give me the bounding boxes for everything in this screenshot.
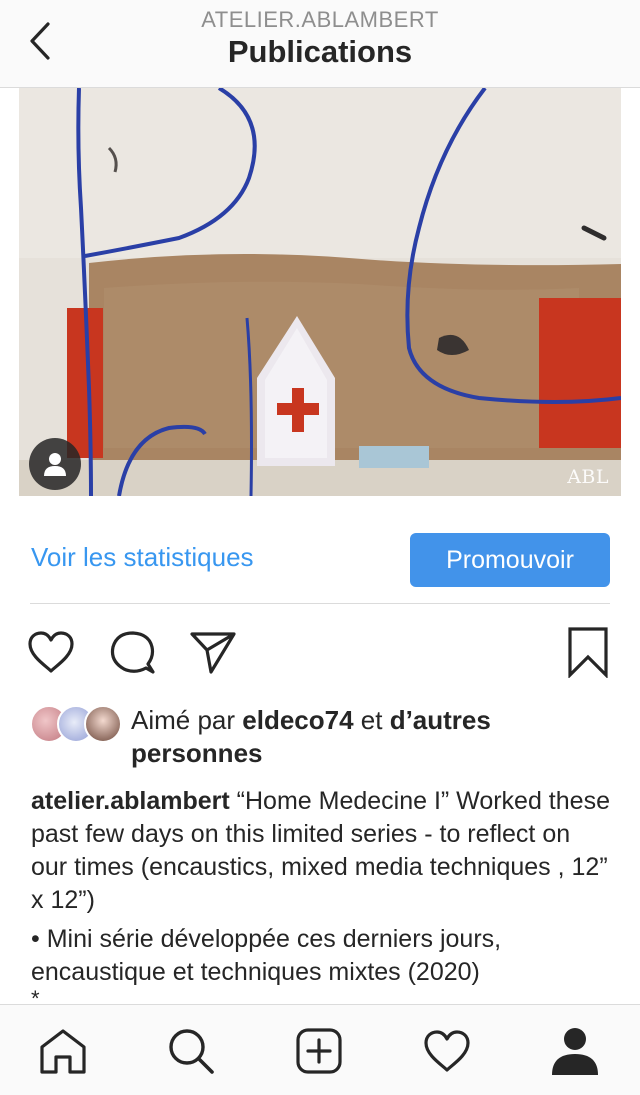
plus-square-icon bbox=[296, 1028, 342, 1074]
post-caption: atelier.ablambert “Home Medecine I” Work… bbox=[31, 785, 611, 989]
like-button[interactable] bbox=[24, 626, 78, 678]
tab-profile[interactable] bbox=[547, 1023, 603, 1079]
likes-summary[interactable]: Aimé par eldeco74 et d’autres personnes bbox=[131, 704, 601, 770]
share-button[interactable] bbox=[186, 626, 238, 678]
likes-middle: et bbox=[353, 705, 390, 735]
top-nav-bar: ATELIER.ABLAMBERT Publications bbox=[0, 0, 640, 88]
bookmark-icon bbox=[568, 627, 608, 678]
avatar bbox=[84, 705, 122, 743]
liker-username[interactable]: eldeco74 bbox=[242, 705, 353, 735]
caption-username[interactable]: atelier.ablambert bbox=[31, 787, 230, 815]
artwork-image bbox=[19, 88, 621, 496]
artist-signature: ABL bbox=[567, 466, 609, 488]
tab-activity[interactable] bbox=[419, 1023, 475, 1079]
tab-search[interactable] bbox=[163, 1023, 219, 1079]
person-icon bbox=[44, 453, 66, 476]
heart-icon bbox=[28, 631, 74, 673]
divider bbox=[30, 603, 610, 604]
search-icon bbox=[169, 1029, 214, 1074]
profile-icon bbox=[552, 1028, 598, 1075]
home-icon bbox=[40, 1029, 86, 1074]
liker-avatars[interactable] bbox=[30, 705, 122, 745]
promote-button[interactable]: Promouvoir bbox=[410, 533, 610, 587]
bottom-tab-bar bbox=[0, 1004, 640, 1095]
paper-plane-icon bbox=[190, 632, 236, 674]
comment-icon bbox=[110, 631, 155, 674]
tab-home[interactable] bbox=[35, 1023, 91, 1079]
post-image[interactable]: ABL bbox=[19, 88, 621, 496]
heart-icon bbox=[424, 1030, 470, 1072]
tab-new-post[interactable] bbox=[291, 1023, 347, 1079]
account-name: ATELIER.ABLAMBERT bbox=[201, 7, 439, 32]
page-title: Publications bbox=[227, 34, 413, 69]
save-button[interactable] bbox=[563, 624, 613, 680]
likes-prefix: Aimé par bbox=[131, 705, 243, 735]
view-insights-link[interactable]: Voir les statistiques bbox=[31, 542, 254, 573]
tagged-users-button[interactable] bbox=[29, 438, 81, 490]
caption-text-fr: • Mini série développée ces derniers jou… bbox=[31, 925, 502, 986]
comment-button[interactable] bbox=[106, 626, 158, 678]
